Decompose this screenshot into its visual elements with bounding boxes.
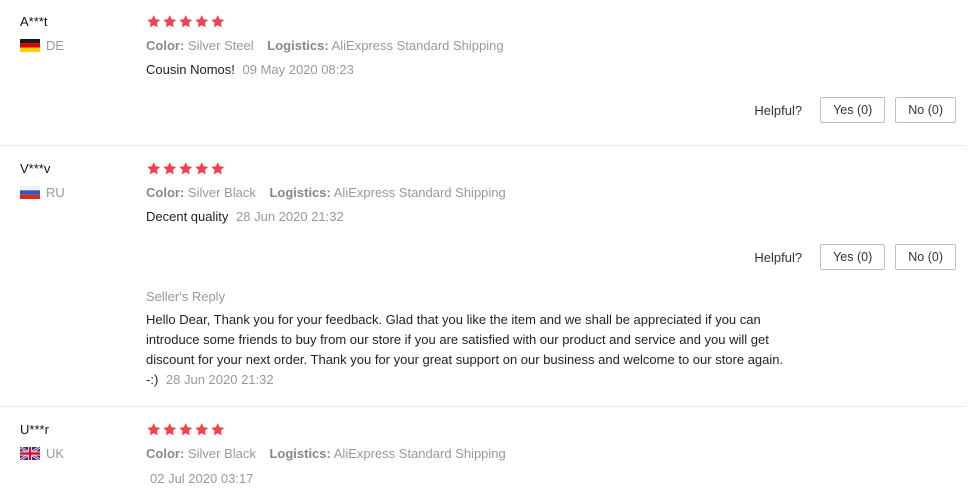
star-icon [194,14,210,29]
reviewer-country: UK [20,446,64,461]
star-icon [178,14,194,29]
star-rating [146,161,226,176]
star-rating [146,14,226,29]
color-label: Color: [146,446,185,461]
seller-reply-line: introduce some friends to buy from our s… [146,332,769,347]
star-icon [194,422,210,437]
star-icon [194,161,210,176]
logistics-label: Logistics: [269,446,331,461]
seller-reply-date: 28 Jun 2020 21:32 [165,372,274,387]
divider [0,145,966,146]
review-item: A***t DE Color: Silver Steel Logistics: … [0,14,966,146]
logistics-value: AliExpress Standard Shipping [331,38,504,53]
reviewer-name: U***r [20,422,49,437]
review-item: V***v RU Color: Silver Black Logistics: … [0,161,966,407]
seller-reply-line: -:) [146,372,159,387]
helpful-vote: Helpful? Yes (0) No (0) [754,244,956,270]
star-icon [162,161,178,176]
review-content: Cousin Nomos! 09 May 2020 08:23 [146,62,354,77]
helpful-yes-button[interactable]: Yes (0) [820,244,886,270]
star-icon [146,14,162,29]
review-text: Decent quality [146,209,229,224]
uk-flag-icon [20,447,40,460]
country-code: UK [46,446,65,461]
star-icon [178,161,194,176]
color-value: Silver Black [187,185,256,200]
helpful-vote: Helpful? Yes (0) No (0) [754,97,956,123]
reviewer-info: U***r UK [20,422,64,461]
seller-reply: Seller's Reply Hello Dear, Thank you for… [146,289,836,390]
seller-reply-line: discount for your next order. Thank you … [146,352,784,367]
logistics-value: AliExpress Standard Shipping [333,446,506,461]
reviewer-country: DE [20,38,64,53]
order-attributes: Color: Silver Black Logistics: AliExpres… [146,446,516,461]
review-date: 02 Jul 2020 03:17 [150,471,254,486]
review-item: U***r UK Color: Silver Black Logistics: … [0,422,966,492]
star-icon [146,161,162,176]
helpful-no-button[interactable]: No (0) [895,244,956,270]
order-attributes: Color: Silver Black Logistics: AliExpres… [146,185,516,200]
seller-reply-text: Hello Dear, Thank you for your feedback.… [146,310,836,390]
logistics-label: Logistics: [267,38,329,53]
color-label: Color: [146,38,185,53]
order-attributes: Color: Silver Steel Logistics: AliExpres… [146,38,514,53]
germany-flag-icon [20,39,40,52]
reviewer-info: V***v RU [20,161,65,200]
review-content: Decent quality 28 Jun 2020 21:32 [146,209,344,224]
helpful-no-button[interactable]: No (0) [895,97,956,123]
country-code: RU [46,185,65,200]
color-label: Color: [146,185,185,200]
seller-reply-line: Hello Dear, Thank you for your feedback.… [146,312,761,327]
reviewer-name: V***v [20,161,51,176]
reviewer-info: A***t DE [20,14,64,53]
star-icon [210,14,226,29]
star-icon [210,161,226,176]
color-value: Silver Black [187,446,256,461]
russia-flag-icon [20,186,40,199]
logistics-label: Logistics: [269,185,331,200]
star-rating [146,422,226,437]
color-value: Silver Steel [187,38,254,53]
divider [0,406,966,407]
review-date: 09 May 2020 08:23 [242,62,354,77]
helpful-label: Helpful? [754,102,803,118]
reviewer-country: RU [20,185,65,200]
star-icon [178,422,194,437]
star-icon [162,422,178,437]
star-icon [210,422,226,437]
helpful-label: Helpful? [754,249,803,265]
seller-reply-title: Seller's Reply [146,289,226,304]
helpful-yes-button[interactable]: Yes (0) [820,97,886,123]
reviewer-name: A***t [20,14,48,29]
star-icon [162,14,178,29]
review-date: 28 Jun 2020 21:32 [236,209,344,224]
review-text: Cousin Nomos! [146,62,235,77]
star-icon [146,422,162,437]
logistics-value: AliExpress Standard Shipping [333,185,506,200]
country-code: DE [46,38,65,53]
seller-reply-last-line: -:) 28 Jun 2020 21:32 [146,370,836,390]
